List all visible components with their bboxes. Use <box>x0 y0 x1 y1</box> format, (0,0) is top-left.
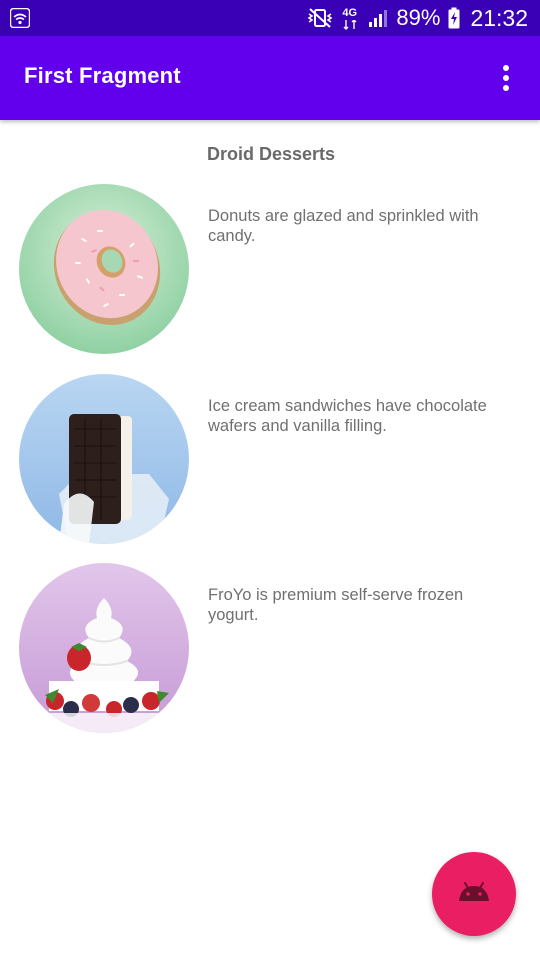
froyo-image <box>19 563 189 733</box>
network-label: 4G <box>342 7 358 19</box>
ice-cream-sandwich-image <box>19 374 189 544</box>
list-item[interactable]: Donuts are glazed and sprinkled with can… <box>0 184 540 356</box>
dessert-description: FroYo is premium self-serve frozen yogur… <box>208 586 464 624</box>
fab-button[interactable] <box>432 852 516 936</box>
app-title: First Fragment <box>24 63 181 88</box>
android-icon <box>457 881 491 908</box>
wifi-notification-icon <box>9 7 31 29</box>
battery-charging-icon <box>448 7 460 29</box>
dessert-description: Ice cream sandwiches have chocolate wafe… <box>208 397 487 435</box>
more-vertical-icon <box>503 65 509 71</box>
list-item[interactable]: FroYo is premium self-serve frozen yogur… <box>0 563 540 735</box>
status-time: 21:32 <box>470 4 528 31</box>
dessert-list-header: Droid Desserts <box>207 144 336 164</box>
list-item[interactable]: Ice cream sandwiches have chocolate wafe… <box>0 374 540 546</box>
status-bar: 4G 89% 21:32 <box>0 0 540 36</box>
signal-icon <box>368 8 388 28</box>
mute-vibrate-icon <box>306 7 334 29</box>
overflow-menu-button[interactable] <box>486 58 526 98</box>
donut-image <box>19 184 189 354</box>
app-bar: First Fragment <box>0 36 540 120</box>
battery-percent: 89% <box>396 5 441 30</box>
network-4g-icon: 4G <box>342 5 360 31</box>
dessert-description: Donuts are glazed and sprinkled with can… <box>208 207 479 245</box>
